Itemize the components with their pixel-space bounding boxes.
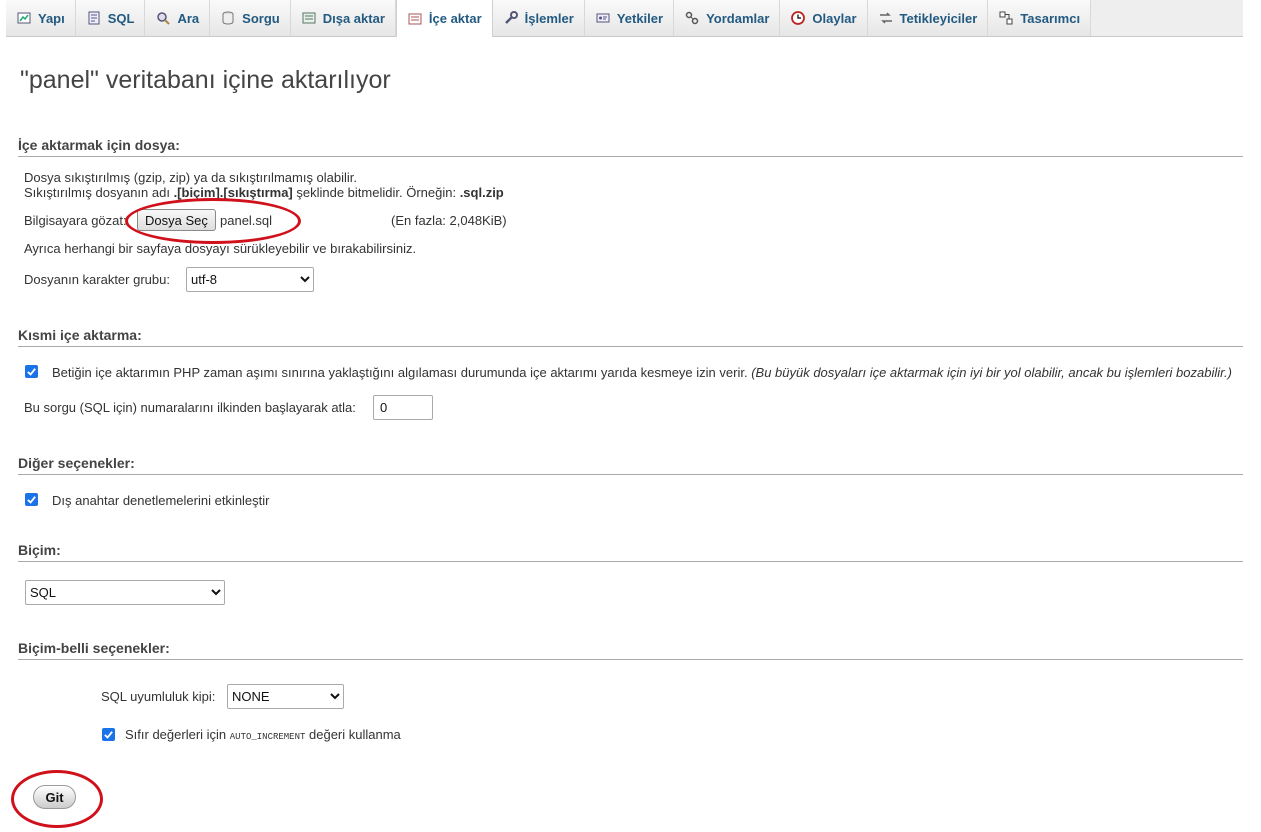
tab-label: Tasarımcı <box>1020 10 1081 26</box>
other-section-legend: Diğer seçenekler: <box>18 455 1243 475</box>
foreign-key-label: Dış anahtar denetlemelerini etkinleştir <box>52 493 270 508</box>
tab-label: Yordamlar <box>706 10 770 26</box>
search-icon <box>155 10 171 26</box>
format-section: Biçim: <box>18 542 1243 562</box>
tab-label: İçe aktar <box>428 11 482 26</box>
routines-icon <box>684 10 700 26</box>
filename-info-prefix: Sıkıştırılmış dosyanın adı <box>24 185 174 200</box>
max-size-label: (En fazla: 2,048KiB) <box>391 213 507 228</box>
tab-search[interactable]: Ara <box>145 0 211 36</box>
tab-sql[interactable]: SQL <box>75 0 146 36</box>
import-icon <box>407 11 423 27</box>
compression-info: Dosya sıkıştırılmış (gzip, zip) ya da sı… <box>24 170 358 185</box>
interrupt-checkbox[interactable] <box>25 365 38 378</box>
tab-designer[interactable]: Tasarımcı <box>988 0 1092 36</box>
format-section-legend: Biçim: <box>18 542 1243 562</box>
tab-label: Olaylar <box>812 10 857 26</box>
wrench-icon <box>503 10 519 26</box>
tab-triggers[interactable]: Tetikleyiciler <box>867 0 989 36</box>
charset-select[interactable]: utf-8 <box>186 267 314 292</box>
filename-info-mid: şeklinde bitmelidir. Örneğin: <box>292 185 460 200</box>
tab-privileges[interactable]: Yetkiler <box>584 0 675 36</box>
tab-label: İşlemler <box>524 10 574 26</box>
filename-example: .sql.zip <box>459 185 504 200</box>
tab-label: Yetkiler <box>616 10 664 26</box>
go-button[interactable]: Git <box>33 785 76 809</box>
filename-format: .[biçim].[sıkıştırma] <box>173 185 293 200</box>
tab-export[interactable]: Dışa aktar <box>290 0 396 36</box>
structure-icon <box>16 10 32 26</box>
format-select[interactable]: SQL <box>25 580 225 605</box>
skip-queries-input[interactable] <box>373 395 433 420</box>
partial-section: Kısmi içe aktarma: <box>18 327 1243 347</box>
tab-label: Tetikleyiciler <box>899 10 978 26</box>
autoinc-prefix: Sıfır değerleri için <box>125 727 230 742</box>
autoinc-label: Sıfır değerleri için AUTO_INCREMENT değe… <box>125 727 401 742</box>
check-icon <box>104 731 113 739</box>
file-section-legend: İçe aktarmak için dosya: <box>18 137 1243 157</box>
foreign-key-checkbox[interactable] <box>25 493 38 506</box>
autoinc-suffix: değeri kullanma <box>305 727 401 742</box>
check-icon <box>27 368 36 376</box>
tab-label: Sorgu <box>242 10 280 26</box>
compat-label: SQL uyumluluk kipi: <box>101 689 216 704</box>
tab-import[interactable]: İçe aktar <box>395 0 493 37</box>
chosen-file-name: panel.sql <box>220 213 273 228</box>
partial-section-legend: Kısmi içe aktarma: <box>18 327 1243 347</box>
tab-label: SQL <box>107 10 135 26</box>
format-options-section: Biçim-belli seçenekler: <box>18 640 1243 660</box>
designer-icon <box>998 10 1014 26</box>
autoinc-checkbox[interactable] <box>102 728 115 741</box>
privileges-icon <box>595 10 611 26</box>
tab-routines[interactable]: Yordamlar <box>674 0 781 36</box>
check-icon <box>27 496 36 504</box>
tab-clock[interactable]: Olaylar <box>780 0 868 36</box>
choose-file-button[interactable]: Dosya Seç <box>137 209 216 231</box>
tab-label: Yapı <box>38 10 65 26</box>
query-icon <box>220 10 236 26</box>
browse-label: Bilgisayara gözat: <box>24 213 127 228</box>
compat-select[interactable]: NONE <box>227 684 344 709</box>
tab-bar: Yapı SQL Ara Sorgu Dışa aktar İçe aktar İşleml… <box>6 0 1243 37</box>
filename-info: Sıkıştırılmış dosyanın adı .[biçim].[sık… <box>24 185 504 200</box>
tab-wrench[interactable]: İşlemler <box>492 0 585 36</box>
interrupt-note: (Bu büyük dosyaları içe aktarmak için iy… <box>751 365 1232 380</box>
triggers-icon <box>878 10 894 26</box>
other-section: Diğer seçenekler: <box>18 455 1243 475</box>
format-options-legend: Biçim-belli seçenekler: <box>18 640 1243 660</box>
tab-label: Dışa aktar <box>322 10 385 26</box>
autoinc-code: AUTO_INCREMENT <box>229 732 306 742</box>
tab-label: Ara <box>177 10 200 26</box>
skip-label: Bu sorgu (SQL için) numaralarını ilkinde… <box>24 400 356 415</box>
interrupt-label: Betiğin içe aktarımın PHP zaman aşımı sı… <box>52 365 1232 380</box>
file-section: İçe aktarmak için dosya: <box>18 137 1243 157</box>
tab-structure[interactable]: Yapı <box>6 0 76 36</box>
sql-icon <box>86 10 102 26</box>
tab-query[interactable]: Sorgu <box>210 0 291 36</box>
drag-drop-hint: Ayrıca herhangi bir sayfaya dosyayı sürü… <box>24 241 417 256</box>
interrupt-label-text: Betiğin içe aktarımın PHP zaman aşımı sı… <box>52 365 748 380</box>
page-title: "panel" veritabanı içine aktarılıyor <box>20 66 391 94</box>
charset-label: Dosyanın karakter grubu: <box>24 272 170 287</box>
clock-icon <box>790 10 806 26</box>
export-icon <box>301 10 317 26</box>
